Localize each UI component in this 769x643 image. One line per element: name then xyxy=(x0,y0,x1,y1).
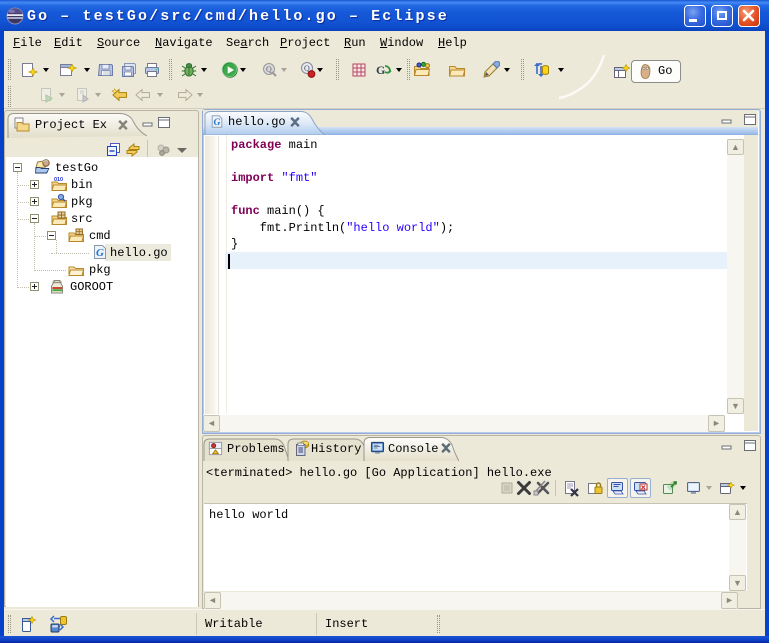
svg-text:G: G xyxy=(376,63,385,77)
svg-text:Q: Q xyxy=(266,65,272,74)
svg-text:G: G xyxy=(214,117,221,128)
svg-text:G: G xyxy=(96,247,104,259)
svg-text:010: 010 xyxy=(54,177,63,183)
